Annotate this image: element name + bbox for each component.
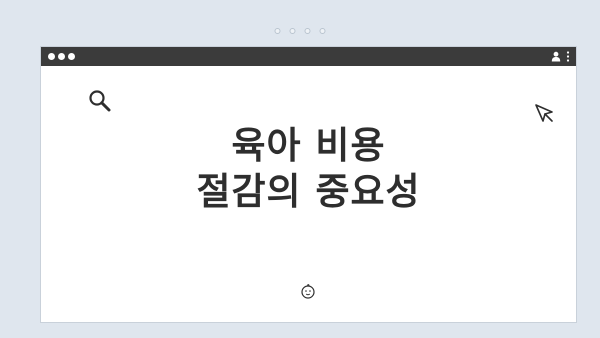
top-dots — [274, 28, 326, 34]
window-dot-close[interactable] — [48, 53, 55, 60]
menu-icon[interactable] — [566, 51, 570, 62]
search-icon[interactable] — [87, 88, 113, 114]
browser-window: 육아 비용 절감의 중요성 — [40, 46, 577, 323]
top-dot — [274, 28, 281, 34]
title-bar — [41, 47, 576, 66]
window-dot-maximize[interactable] — [68, 53, 75, 60]
page-title: 육아 비용 절감의 중요성 — [41, 123, 576, 215]
baby-icon — [301, 284, 315, 299]
page-title-line2: 절감의 중요성 — [196, 170, 421, 213]
content-area: 육아 비용 절감의 중요성 — [41, 66, 576, 324]
page-title-line1: 육아 비용 — [231, 124, 386, 167]
window-dot-minimize[interactable] — [58, 53, 65, 60]
user-icon[interactable] — [551, 51, 561, 62]
cursor-icon — [535, 104, 553, 122]
window-controls — [48, 53, 75, 60]
outer-frame: 육아 비용 절감의 중요성 — [7, 6, 593, 332]
top-dot — [319, 28, 326, 34]
top-dot — [289, 28, 296, 34]
top-dot — [304, 28, 311, 34]
